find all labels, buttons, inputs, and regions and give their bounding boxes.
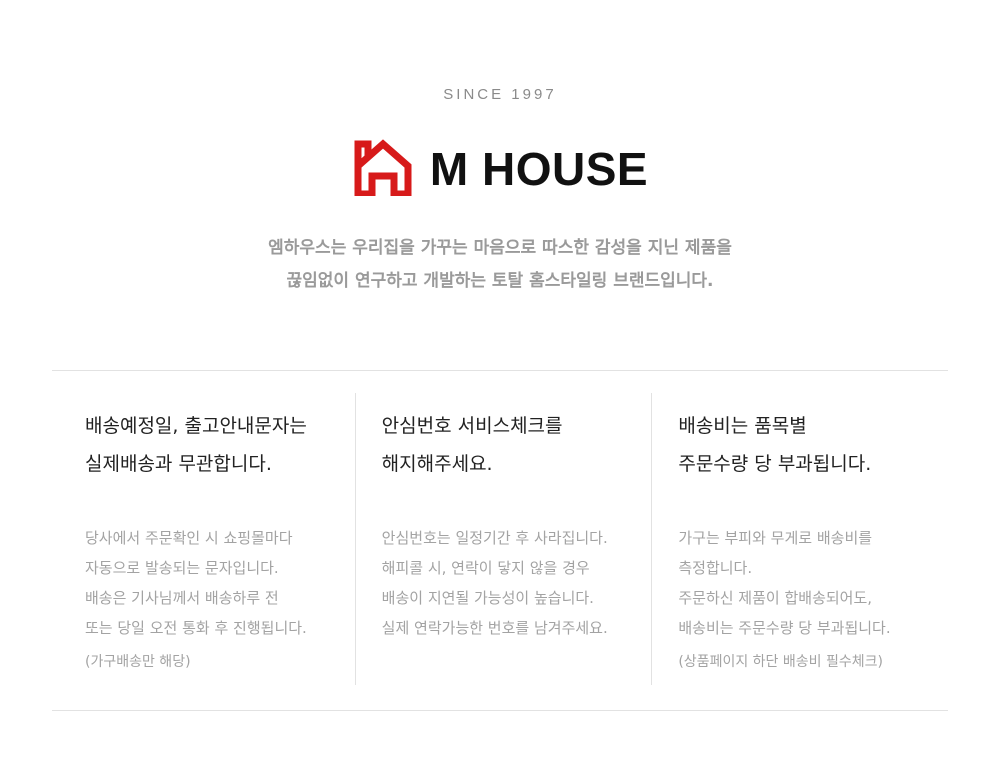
tagline-line: 엠하우스는 우리집을 가꾸는 마음으로 따스한 감성을 지닌 제품을 xyxy=(268,238,732,258)
bottom-divider xyxy=(52,710,948,711)
info-body-line: 측정합니다. xyxy=(678,559,753,577)
info-body-line: 배송은 기사님께서 배송하루 전 xyxy=(85,589,279,607)
info-title-line: 주문수량 당 부과됩니다. xyxy=(678,453,872,475)
info-column-delivery-notice: 배송예정일, 출고안내문자는 실제배송과 무관합니다. 당사에서 주문확인 시 … xyxy=(52,393,355,685)
info-title-line: 배송예정일, 출고안내문자는 xyxy=(85,415,307,437)
tagline-line: 끊임없이 연구하고 개발하는 토탈 홈스타일링 브랜드입니다. xyxy=(286,271,714,291)
info-body-line: 또는 당일 오전 통화 후 진행됩니다. xyxy=(85,619,307,637)
info-column-safe-number: 안심번호 서비스체크를 해지해주세요. 안심번호는 일정기간 후 사라집니다. … xyxy=(354,393,652,685)
info-note: (상품페이지 하단 배송비 필수체크) xyxy=(678,654,883,670)
info-body-line: 안심번호는 일정기간 후 사라집니다. xyxy=(381,529,608,547)
info-title: 안심번호 서비스체크를 해지해주세요. xyxy=(382,407,642,487)
info-body-line: 자동으로 발송되는 문자입니다. xyxy=(85,559,279,577)
brand-name: M HOUSE xyxy=(429,143,649,195)
info-body-line: 해피콜 시, 연락이 닿지 않을 경우 xyxy=(381,559,590,577)
info-title-line: 배송비는 품목별 xyxy=(678,415,807,437)
info-title-line: 실제배송과 무관합니다. xyxy=(85,453,272,475)
top-divider xyxy=(52,370,948,371)
delivery-info-columns: 배송예정일, 출고안내문자는 실제배송과 무관합니다. 당사에서 주문확인 시 … xyxy=(52,393,948,685)
info-body: 가구는 부피와 무게로 배송비를 측정합니다. 주문하신 제품이 합배송되어도,… xyxy=(678,523,938,643)
info-body-line: 배송이 지연될 가능성이 높습니다. xyxy=(381,589,594,607)
info-title-line: 해지해주세요. xyxy=(381,453,493,475)
info-title: 배송예정일, 출고안내문자는 실제배송과 무관합니다. xyxy=(85,407,345,487)
info-body-line: 배송비는 주문수량 당 부과됩니다. xyxy=(678,619,891,637)
info-body: 당사에서 주문확인 시 쇼핑몰마다 자동으로 발송되는 문자입니다. 배송은 기… xyxy=(85,523,345,643)
info-body: 안심번호는 일정기간 후 사라집니다. 해피콜 시, 연락이 닿지 않을 경우 … xyxy=(382,523,642,643)
info-title-line: 안심번호 서비스체크를 xyxy=(381,415,563,437)
house-outline-icon xyxy=(354,139,412,196)
info-body-line: 당사에서 주문확인 시 쇼핑몰마다 xyxy=(85,529,293,547)
info-body-line: 가구는 부피와 무게로 배송비를 xyxy=(678,529,873,547)
info-title: 배송비는 품목별 주문수량 당 부과됩니다. xyxy=(678,407,938,487)
since-label: SINCE 1997 xyxy=(443,86,557,103)
info-body-line: 실제 연락가능한 번호를 남겨주세요. xyxy=(381,619,608,637)
info-body-line: 주문하신 제품이 합배송되어도, xyxy=(678,589,873,607)
brand-logo: M HOUSE xyxy=(0,134,1000,198)
info-column-shipping-fee: 배송비는 품목별 주문수량 당 부과됩니다. 가구는 부피와 무게로 배송비를 … xyxy=(651,393,948,685)
info-note: (가구배송만 해당) xyxy=(85,654,191,670)
brand-tagline: 엠하우스는 우리집을 가꾸는 마음으로 따스한 감성을 지닌 제품을 끊임없이 … xyxy=(0,232,1000,298)
